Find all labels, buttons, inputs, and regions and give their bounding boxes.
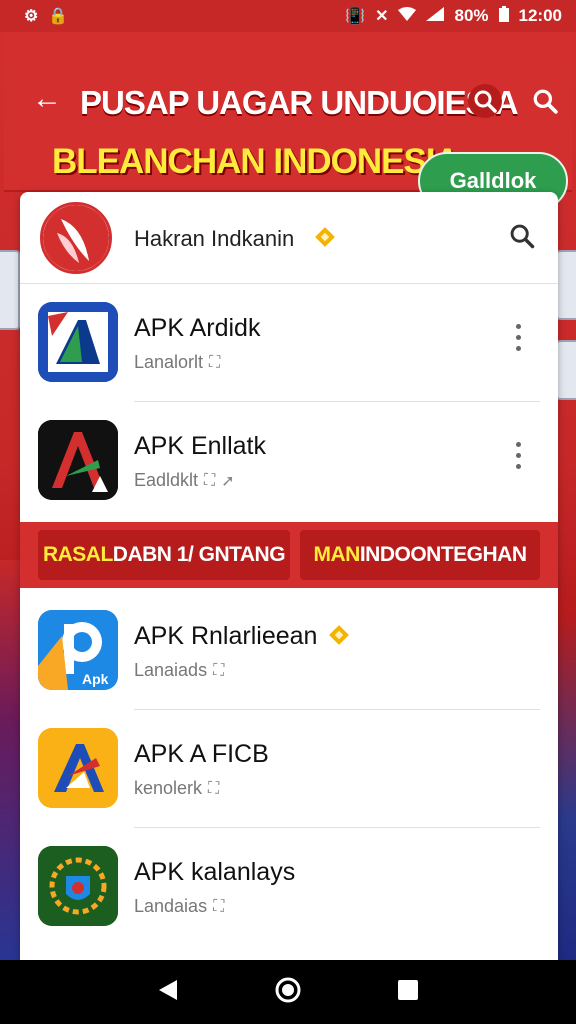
promo-strip: RASAL DABN 1/ GNTANG MAN INDOONTEGHAN — [20, 522, 558, 588]
svg-text:Apk: Apk — [82, 671, 109, 687]
app-subtitle: kenolerk ⛶ — [134, 778, 220, 798]
app-icon — [38, 846, 118, 926]
app-name: APK Ardidk — [134, 314, 261, 342]
app-subtitle: Lanaiads ⛶ — [134, 660, 225, 680]
app-name: APK Rnlarlieean — [134, 622, 318, 650]
wifi-icon — [398, 6, 417, 26]
app-name: APK Enllatk — [134, 432, 267, 460]
list-item[interactable]: APK kalanlays Landaias ⛶ — [20, 828, 558, 946]
app-icon: Apk — [38, 610, 118, 690]
signal-icon — [426, 6, 445, 26]
battery-icon — [498, 5, 509, 27]
home-icon[interactable] — [274, 976, 302, 1009]
system-nav-bar — [0, 960, 576, 1024]
brand-logo — [40, 202, 112, 274]
more-options-icon[interactable] — [516, 442, 521, 469]
app-icon — [38, 420, 118, 500]
app-icon — [38, 302, 118, 382]
list-item[interactable]: APK A FICB kenolerk ⛶ — [20, 710, 558, 828]
promo-button-right[interactable]: MAN INDOONTEGHAN — [300, 530, 540, 580]
download-icon: ⛶ — [204, 471, 216, 489]
page-title: PUSAP UAGAR UNDUOIESIA — [80, 84, 519, 121]
more-options-icon[interactable] — [516, 324, 521, 351]
settings-icon: ⚙ — [24, 8, 39, 25]
download-icon: ⛶ — [213, 897, 225, 915]
back-icon[interactable] — [157, 978, 179, 1007]
search-icon — [474, 90, 497, 113]
list-item[interactable]: APK Ardidk Lanalorlt ⛶ — [20, 284, 558, 402]
download-icon: ⛶ — [208, 779, 220, 797]
recents-icon[interactable] — [397, 979, 419, 1006]
search-icon[interactable] — [508, 222, 536, 255]
battery-percent: 80% — [454, 6, 489, 25]
verified-diamond-icon — [314, 226, 336, 253]
status-bar: ⚙ 🔒 📳 ✕ 80% 12:00 — [0, 0, 576, 32]
page-subtitle: BLEANCHAN INDONESIA — [52, 142, 460, 181]
app-subtitle: Landaias ⛶ — [134, 896, 225, 916]
verified-diamond-icon — [328, 624, 350, 651]
lock-icon: 🔒 — [48, 8, 69, 25]
mute-icon: ✕ — [375, 8, 389, 25]
app-subtitle: Eadldklt ⛶ ➚ — [134, 470, 235, 490]
search-button-secondary[interactable] — [528, 84, 562, 118]
search-icon — [533, 89, 558, 114]
promo-button-left[interactable]: RASAL DABN 1/ GNTANG — [38, 530, 290, 580]
app-name: APK kalanlays — [134, 858, 296, 886]
search-label: Hakran Indkanin — [134, 226, 295, 251]
app-subtitle: Lanalorlt ⛶ — [134, 352, 221, 372]
back-arrow-icon[interactable]: ← — [32, 82, 62, 116]
download-icon: ⛶ — [209, 353, 221, 371]
background-deco-card — [0, 250, 20, 330]
vibrate-icon: 📳 — [345, 8, 366, 25]
header-banner: ← PUSAP UAGAR UNDUOIESIA BLEANCHAN INDON… — [4, 32, 572, 210]
clock: 12:00 — [518, 6, 562, 25]
search-bar[interactable]: Hakran Indkanin — [20, 192, 558, 284]
download-icon: ⛶ — [213, 661, 225, 679]
list-item[interactable]: Apk APK Rnlarlieean Lanaiads ⛶ — [20, 592, 558, 710]
background-deco-card — [556, 250, 576, 320]
background-deco-card — [556, 340, 576, 400]
app-icon — [38, 728, 118, 808]
share-icon: ➚ — [221, 472, 235, 490]
app-name: APK A FICB — [134, 740, 269, 768]
search-button[interactable] — [468, 84, 502, 118]
list-item[interactable]: APK Enllatk Eadldklt ⛶ ➚ — [20, 402, 558, 520]
app-list-card: Hakran Indkanin APK Ardidk Lanalorlt ⛶ A… — [20, 192, 558, 960]
